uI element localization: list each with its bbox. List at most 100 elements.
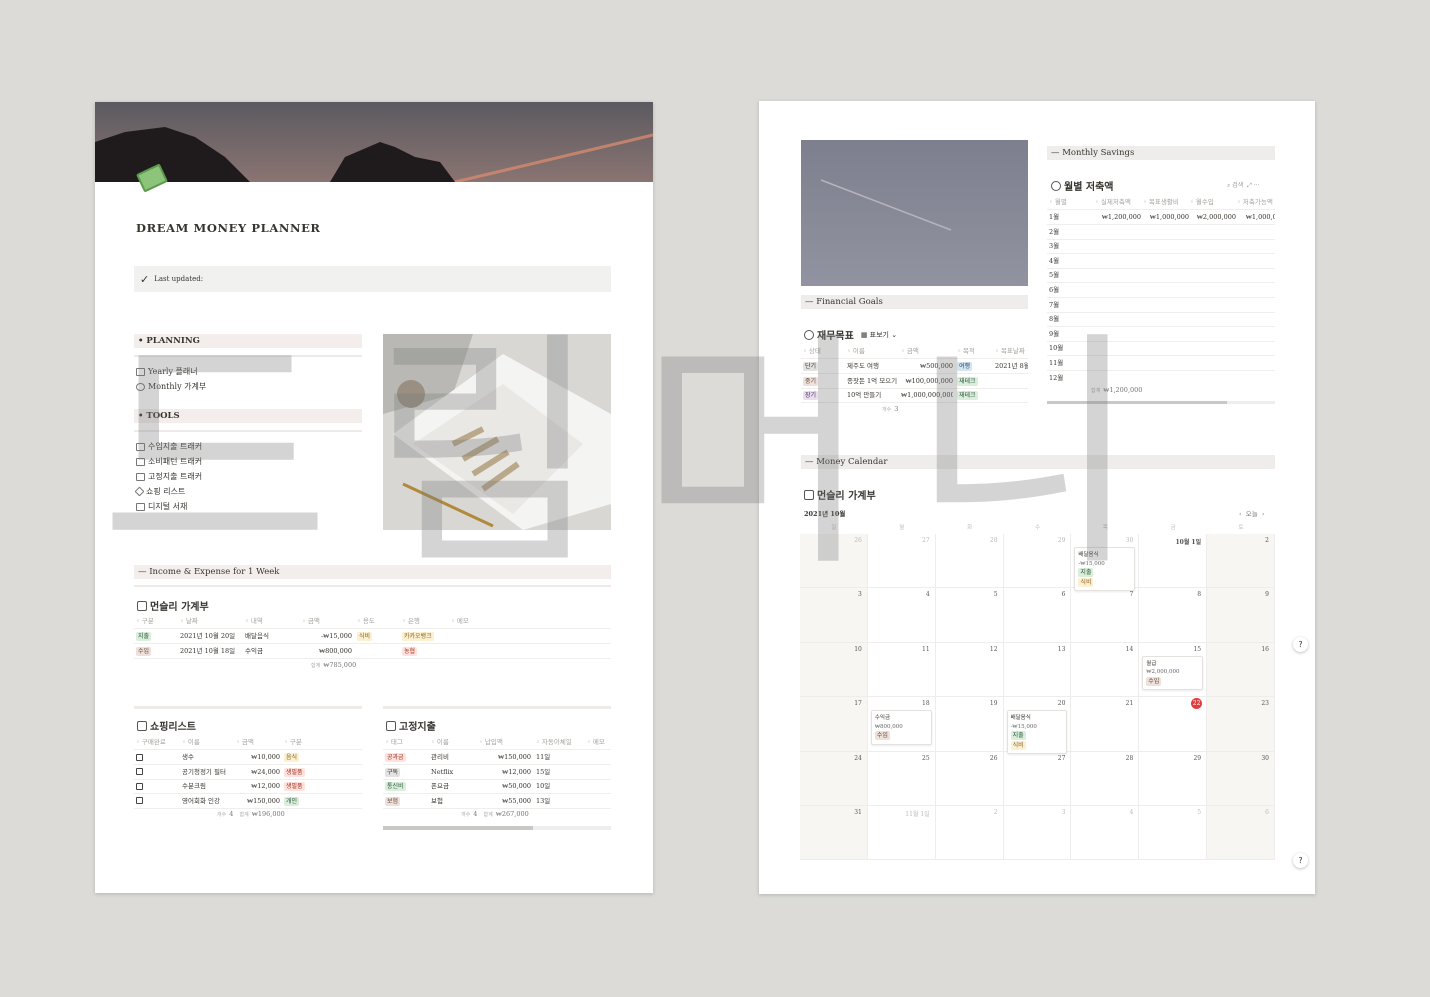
view-switcher[interactable]: ▦ 표보기 ⌄ xyxy=(861,330,897,340)
next-month-button[interactable]: › xyxy=(1262,510,1265,518)
nav-yearly-planner[interactable]: Yearly 플래너 xyxy=(136,366,198,377)
calendar-day[interactable]: 30 배달음식 -₩15,000 지출 식비 xyxy=(1071,534,1140,591)
more-icon[interactable]: ··· xyxy=(1254,182,1260,189)
event-card[interactable]: 배달음식 -₩15,000 지출 식비 xyxy=(1074,547,1136,591)
table-row[interactable]: 5월 xyxy=(1047,268,1275,284)
column-header[interactable]: ◦ 목적 xyxy=(957,344,993,358)
calendar-day[interactable]: 10월 1일 xyxy=(1139,534,1208,589)
checkbox[interactable] xyxy=(136,768,143,776)
calendar-day[interactable]: 15 월급 ₩2,000,000 수입 xyxy=(1139,642,1208,698)
calendar-day[interactable]: 6 xyxy=(1003,588,1072,643)
calendar-day[interactable]: 17 xyxy=(800,697,868,752)
column-header[interactable]: ◦ 금액 xyxy=(236,735,280,749)
help-button[interactable]: ? xyxy=(1293,637,1308,652)
horizontal-scrollbar[interactable] xyxy=(383,826,611,830)
calendar-day[interactable]: 25 xyxy=(867,751,936,806)
calendar-day[interactable]: 6 xyxy=(1207,806,1275,861)
table-row[interactable]: 2월 xyxy=(1047,225,1275,240)
monthly-ledger-title[interactable]: 먼슬리 가계부 xyxy=(137,598,209,613)
calendar-day[interactable]: 19 xyxy=(935,697,1004,752)
search-button[interactable]: ⌕ 검색 xyxy=(1227,182,1243,189)
column-header[interactable]: ◦ 태그 xyxy=(385,735,427,749)
column-header[interactable]: ◦ 저축가능액 xyxy=(1237,195,1275,209)
calendar-day[interactable]: 26 xyxy=(935,751,1004,806)
column-header[interactable]: ◦ 이름 xyxy=(182,735,236,749)
calendar-day[interactable]: 2 xyxy=(1207,534,1275,589)
column-header[interactable]: ◦ 자동이체일 xyxy=(536,735,584,749)
nav-shopping-list[interactable]: 쇼핑 리스트 xyxy=(134,486,185,497)
column-header[interactable]: ◦ 목표날짜 xyxy=(995,344,1028,358)
today-button[interactable]: 오늘 xyxy=(1246,510,1258,518)
expand-icon[interactable]: ⤢ xyxy=(1247,182,1252,189)
table-row[interactable]: 4월 xyxy=(1047,254,1275,269)
calendar-day[interactable]: 26 xyxy=(800,534,868,589)
calendar-day[interactable]: 9 xyxy=(1207,588,1275,643)
column-header[interactable]: ◦ 메모 xyxy=(587,735,611,749)
calendar-day[interactable]: 30 xyxy=(1207,751,1275,806)
calendar-day[interactable]: 10 xyxy=(800,642,868,698)
shopping-list-title[interactable]: 쇼핑리스트 xyxy=(137,718,196,733)
calendar-day[interactable]: 27 xyxy=(1003,751,1072,806)
event-card[interactable]: 수익금 ₩800,000 수입 xyxy=(870,710,932,745)
calendar-day[interactable]: 24 xyxy=(800,751,868,806)
calendar-day[interactable]: 14 xyxy=(1071,642,1140,698)
column-header[interactable]: ◦ 월별 xyxy=(1049,195,1093,209)
column-header[interactable]: ◦ 월수입 xyxy=(1190,195,1236,209)
event-card[interactable]: 월급 ₩2,000,000 수입 xyxy=(1142,655,1204,691)
table-row[interactable]: 수분크림 ₩12,000 생필품 xyxy=(134,779,362,795)
nav-income-tracker[interactable]: 수입지출 트래커 xyxy=(136,441,202,452)
table-row[interactable]: 단기 제주도 여행 ₩500,000 여행 2021년 8월 xyxy=(801,359,1028,374)
table-row[interactable]: 10월 xyxy=(1047,341,1275,357)
table-row[interactable]: 1월 ₩1,200,000 ₩1,000,000 ₩2,000,000 ₩1,000,0… xyxy=(1047,210,1275,225)
calendar-day[interactable]: 29 xyxy=(1003,534,1072,589)
calendar-day[interactable]: 5 xyxy=(1139,806,1208,861)
column-header[interactable]: ◦ 이름 xyxy=(431,735,479,749)
horizontal-scrollbar[interactable] xyxy=(1047,401,1275,404)
table-row[interactable]: 11월 xyxy=(1047,356,1275,371)
table-row[interactable]: 중기 종잣돈 1억 모으기 ₩100,000,000 재테크 xyxy=(801,374,1028,389)
goals-title[interactable]: 재무목표 ▦ 표보기 ⌄ xyxy=(804,327,897,342)
table-row[interactable]: 영어회화 인강 ₩150,000 개인 xyxy=(134,794,362,809)
table-row[interactable]: 3월 xyxy=(1047,239,1275,255)
table-row[interactable]: 6월 xyxy=(1047,283,1275,298)
calendar-day[interactable]: 18 수익금 ₩800,000 수입 xyxy=(867,697,936,752)
table-row[interactable]: 생수 ₩10,000 음식 xyxy=(134,750,362,765)
table-row[interactable]: 지출 2021년 10월 20일 배달음식 -₩15,000 식비 카카오뱅크 xyxy=(134,629,611,644)
column-header[interactable]: ◦ 용도 xyxy=(357,614,399,628)
calendar-day[interactable]: 3 xyxy=(1003,806,1072,861)
calendar-day[interactable]: 5 xyxy=(935,588,1004,643)
calendar-day[interactable]: 11 xyxy=(867,642,936,698)
calendar-day[interactable]: 7 xyxy=(1071,588,1140,643)
nav-spending-tracker[interactable]: 소비패턴 트래커 xyxy=(136,456,202,467)
column-header[interactable]: ◦ 은행 xyxy=(402,614,448,628)
calendar-day[interactable]: 4 xyxy=(867,588,936,643)
calendar-day[interactable]: 13 xyxy=(1003,642,1072,698)
calendar-day[interactable]: 29 xyxy=(1139,751,1208,806)
nav-fixed-tracker[interactable]: 고정지출 트래커 xyxy=(136,471,202,482)
column-header[interactable]: ◦ 구분 xyxy=(284,735,344,749)
column-header[interactable]: ◦ 목표생활비 xyxy=(1143,195,1189,209)
column-header[interactable]: ◦ 금액 xyxy=(302,614,352,628)
column-header[interactable]: ◦ 구매완료 xyxy=(136,735,178,749)
column-header[interactable]: ◦ 금액 xyxy=(901,344,953,358)
table-row[interactable]: 장기 10억 만들기 ₩1,000,000,000 재테크 xyxy=(801,388,1028,404)
table-row[interactable]: 8월 xyxy=(1047,312,1275,328)
calendar-day[interactable]: 20 배달음식 -₩15,000 지출 식비 xyxy=(1003,697,1072,755)
column-header[interactable]: ◦ 납입액 xyxy=(479,735,531,749)
table-row[interactable]: 보험 보험 ₩55,000 13일 xyxy=(383,794,611,809)
calendar-day[interactable]: 28 xyxy=(935,534,1004,589)
calendar-day[interactable]: 12 xyxy=(935,642,1004,698)
checkbox[interactable] xyxy=(136,753,143,761)
table-row[interactable]: 수입 2021년 10월 18일 수익금 ₩800,000 농협 xyxy=(134,644,611,659)
nav-monthly-ledger[interactable]: Monthly 가계부 xyxy=(136,381,206,392)
nav-digital-library[interactable]: 디지털 서재 xyxy=(136,501,187,512)
calendar-day[interactable]: 23 xyxy=(1207,697,1275,752)
table-row[interactable]: 7월 xyxy=(1047,298,1275,313)
calendar-day[interactable]: 8 xyxy=(1139,588,1208,643)
column-header[interactable]: ◦ 이름 xyxy=(847,344,901,358)
savings-title[interactable]: 월별 저축액 xyxy=(1051,178,1113,193)
column-header[interactable]: ◦ 메모 xyxy=(451,614,511,628)
table-row[interactable]: 공기청정기 필터 ₩24,000 생필품 xyxy=(134,765,362,780)
checkbox[interactable] xyxy=(136,782,143,790)
column-header[interactable]: ◦ 내역 xyxy=(245,614,300,628)
